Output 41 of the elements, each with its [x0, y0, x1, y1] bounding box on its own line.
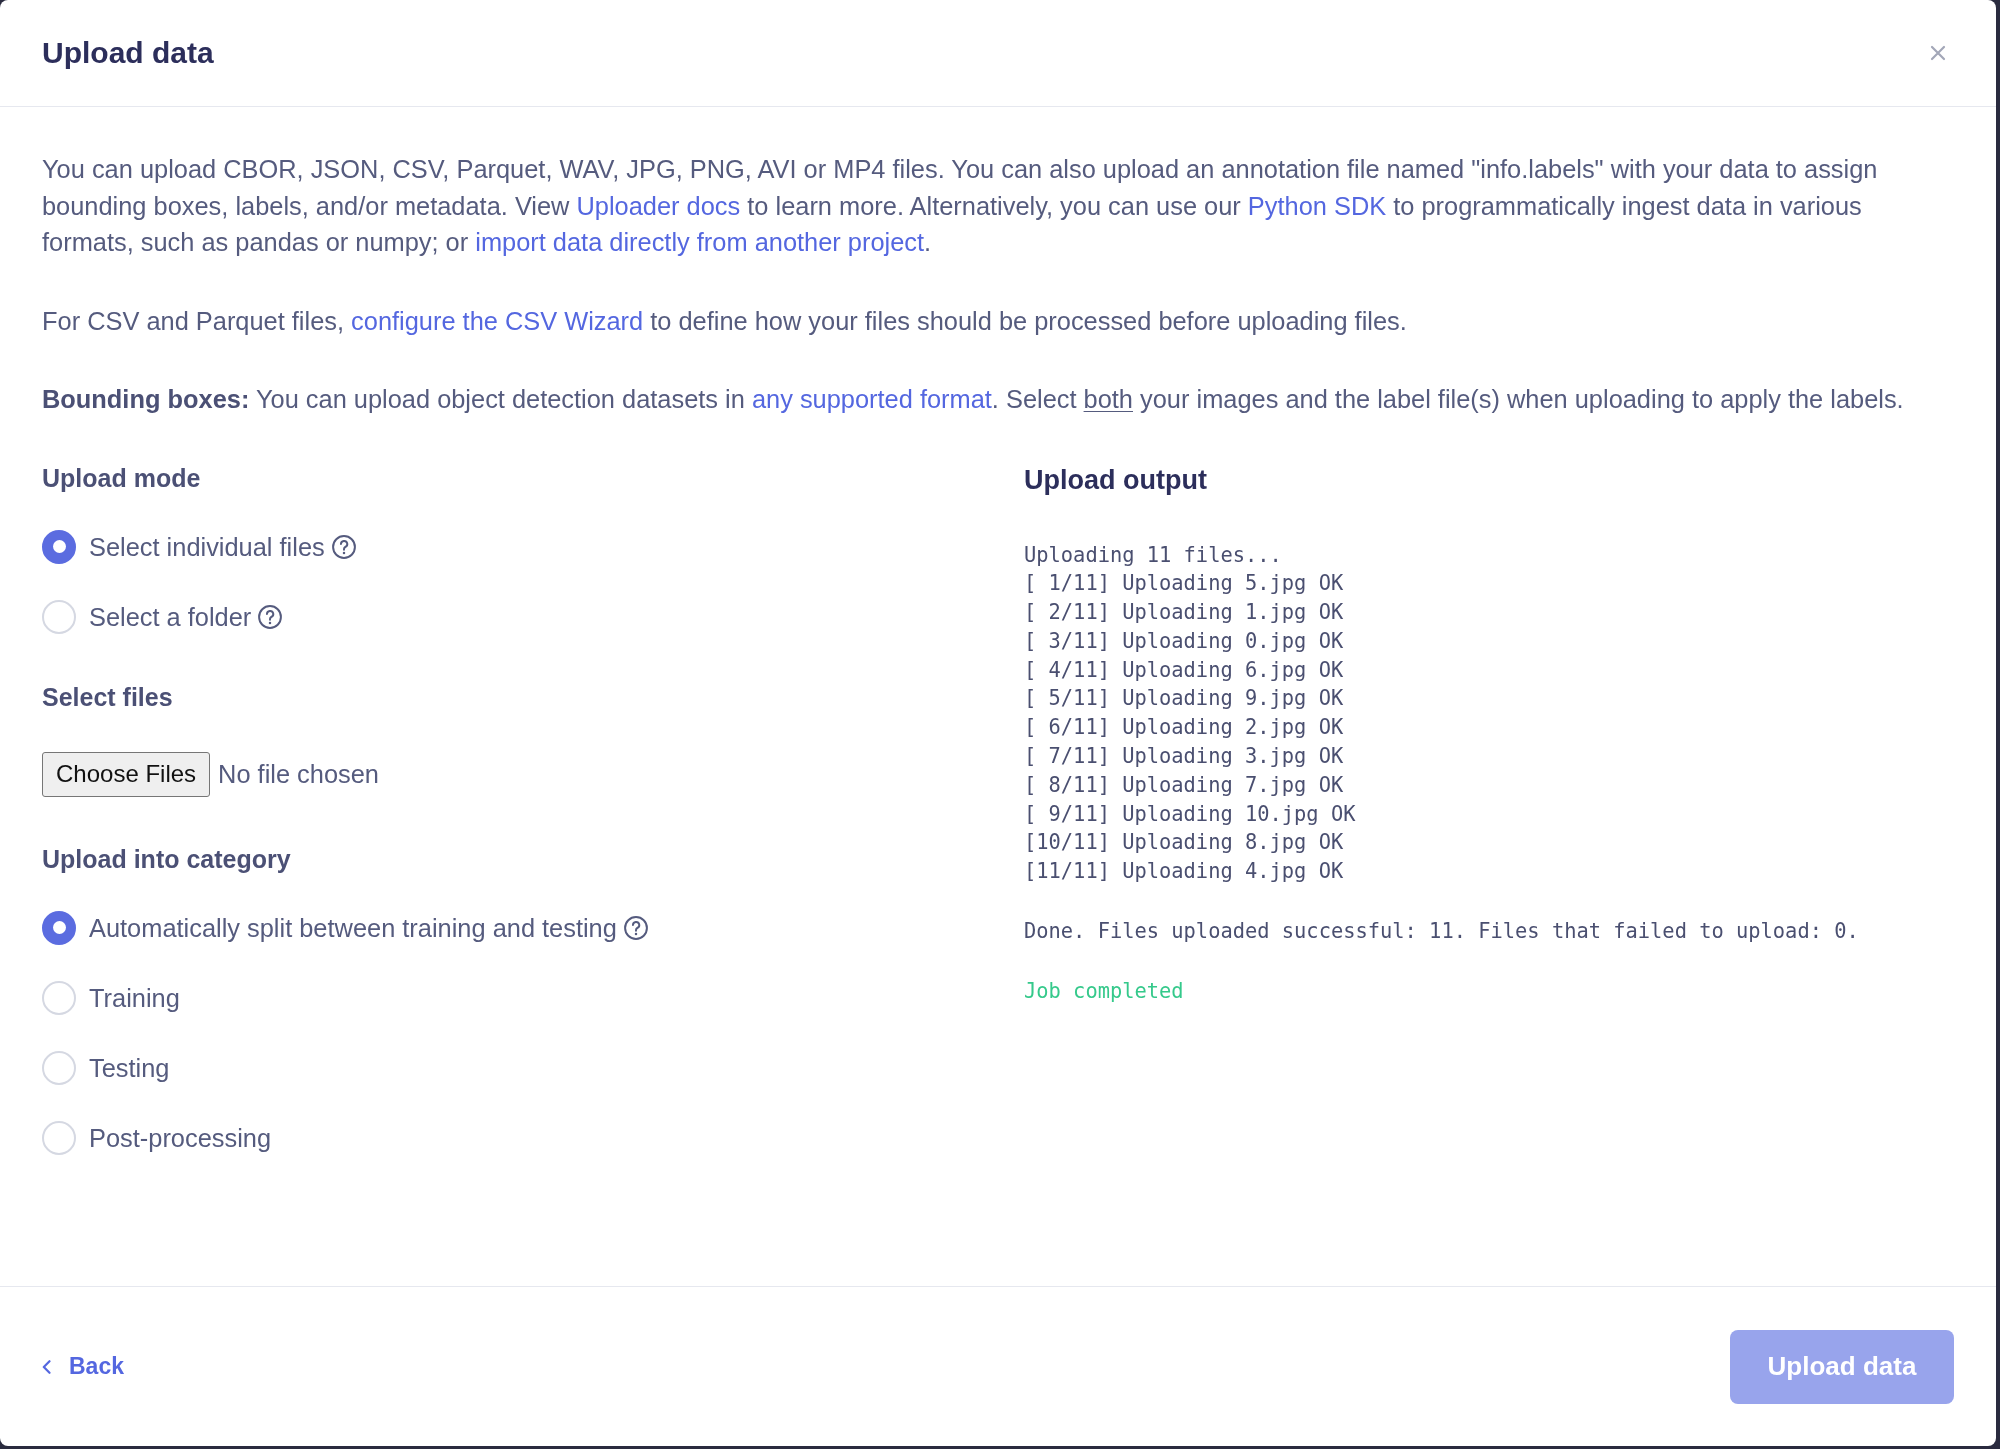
description-text: Bounding boxes: You can upload object detection datasets in any supported format. Select both your images and the label file(s) when uploading to apply the labels.: [42, 384, 1905, 415]
option-label[interactable]: Post-processing: [89, 1120, 272, 1155]
file-status-text: No file chosen: [218, 758, 379, 790]
radio-button[interactable]: [42, 910, 76, 945]
log-line: [ 7/11] Uploading 3.jpg OK: [1024, 743, 1345, 771]
option-label[interactable]: Automatically split between training and testing: [89, 910, 617, 945]
option-label[interactable]: Select individual files: [89, 529, 325, 564]
dialog-title: Upload data: [42, 35, 214, 71]
section-heading: Upload into category: [42, 843, 292, 875]
log-line: [ 3/11] Uploading 0.jpg OK: [1024, 627, 1345, 655]
option-label[interactable]: Training: [89, 980, 180, 1015]
log-line: [ 9/11] Uploading 10.jpg OK: [1024, 800, 1357, 828]
log-line: [ 5/11] Uploading 9.jpg OK: [1024, 685, 1345, 713]
section-heading: Upload output: [1024, 463, 1208, 497]
inline-link[interactable]: Uploader docs: [576, 191, 741, 220]
option-label[interactable]: Select a folder: [89, 599, 252, 634]
description-text: For CSV and Parquet files, configure the CSV Wizard to define how your files should be processed before uploading files.: [42, 305, 1408, 337]
log-line: [ 6/11] Uploading 2.jpg OK: [1024, 714, 1345, 742]
chevron-left-icon: [42, 1359, 51, 1374]
log-line: [10/11] Uploading 8.jpg OK: [1024, 829, 1345, 857]
log-line: [ 2/11] Uploading 1.jpg OK: [1024, 599, 1345, 627]
log-line: Done. Files uploaded successful: 11. Files that failed to upload: 0.: [1024, 918, 1860, 946]
choose-files-button[interactable]: Choose Files: [42, 751, 211, 797]
close-button[interactable]: [1930, 45, 1946, 61]
radio-button[interactable]: [42, 529, 76, 564]
option-label[interactable]: Testing: [89, 1050, 170, 1085]
log-line: [ 4/11] Uploading 6.jpg OK: [1024, 656, 1345, 684]
description-text: You can upload CBOR, JSON, CSV, Parquet, WAV, JPG, PNG, AVI or MP4 files. You can also upload an annotation file named "info.labels" with your data to assign bounding boxes, labels, and/or metadata. View Uploader docs to learn more. Alternatively, you can use our Python SDK to programmatically ingest data in various formats, such as pandas or numpy; or import data directly from another project.: [42, 154, 1879, 258]
close-icon: [1930, 45, 1946, 61]
inline-link[interactable]: import data directly from another project: [475, 228, 925, 256]
log-line: [ 8/11] Uploading 7.jpg OK: [1024, 771, 1345, 799]
inline-link[interactable]: any supported format: [751, 385, 992, 413]
log-line: [11/11] Uploading 4.jpg OK: [1024, 858, 1345, 886]
log-line: [ 1/11] Uploading 5.jpg OK: [1024, 570, 1345, 598]
inline-link[interactable]: Python SDK: [1247, 191, 1387, 220]
status-line: Job completed: [1024, 977, 1185, 1005]
section-heading: Upload mode: [42, 462, 202, 494]
log-line: Uploading 11 files...: [1024, 541, 1283, 569]
back-button[interactable]: Back: [42, 1349, 124, 1384]
section-heading: Select files: [42, 681, 174, 713]
inline-link[interactable]: configure the CSV Wizard: [351, 306, 644, 335]
